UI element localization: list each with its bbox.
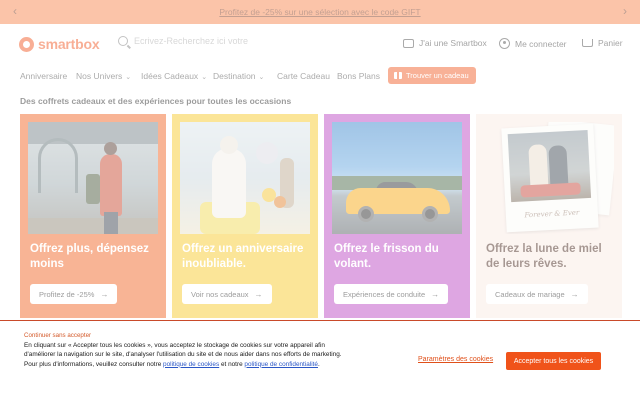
nav-item-label: Nos Univers [76, 71, 123, 81]
search-icon[interactable] [118, 36, 128, 46]
nav-item-anniversaire[interactable]: Anniversaire [20, 71, 67, 81]
main-nav: Anniversaire Nos Univers ⌄ Idées Cadeaux ⌄… [0, 64, 640, 88]
nav-item-destination[interactable]: Destination ⌄ [213, 71, 264, 81]
card-cta-label: Expériences de conduite [343, 289, 426, 299]
card-title: Offrez plus, dépensez moins [30, 243, 149, 270]
privacy-policy-link[interactable]: politique de confidentialité [244, 361, 318, 368]
search-input[interactable] [134, 36, 274, 46]
arrow-right-icon: → [431, 289, 440, 299]
gift-icon [394, 72, 402, 79]
nav-item-carte-cadeau[interactable]: Carte Cadeau [277, 71, 330, 81]
card-cta-label: Profitez de -25% [39, 289, 95, 299]
find-gift-label: Trouver un cadeau [406, 71, 469, 80]
cookie-text-part: et notre [219, 360, 245, 368]
promo-card-driving[interactable]: Offrez le frisson du volant. Expériences… [324, 114, 470, 318]
chevron-down-icon: ⌄ [201, 74, 208, 81]
cookie-banner: Continuer sans accepter En cliquant sur … [0, 320, 640, 400]
card-cta-button[interactable]: Profitez de -25% → [30, 284, 118, 304]
cart-label: Panier [598, 38, 623, 48]
arrow-right-icon: → [100, 289, 109, 299]
card-title: Offrez la lune de miel de leurs rêves. [486, 243, 602, 270]
smartbox-logo-icon [19, 36, 34, 52]
nav-item-idees-cadeaux[interactable]: Idées Cadeaux ⌄ [141, 71, 207, 81]
promo-card-wedding[interactable]: Forever & Ever Offrez la lune de miel de… [476, 114, 622, 318]
card-image-station [28, 122, 158, 234]
gift-box-icon [403, 38, 414, 48]
cart-link[interactable]: Panier [582, 38, 623, 48]
user-icon [499, 38, 510, 49]
cookie-text: En cliquant sur « Accepter tous les cook… [24, 341, 342, 369]
cookie-settings-button[interactable]: Paramètres des cookies [418, 356, 493, 363]
promo-card-discount[interactable]: Offrez plus, dépensez moins Profitez de … [20, 114, 166, 318]
nav-item-bons-plans[interactable]: Bons Plans [337, 71, 380, 81]
card-image-polaroid: Forever & Ever [484, 122, 614, 234]
continue-without-accepting-link[interactable]: Continuer sans accepter [24, 332, 91, 339]
chevron-left-icon[interactable]: ‹ [8, 4, 22, 18]
card-cta-button[interactable]: Voir nos cadeaux → [182, 284, 272, 304]
nav-item-label: Bons Plans [337, 71, 380, 81]
nav-item-nos-univers[interactable]: Nos Univers ⌄ [76, 71, 131, 81]
promo-card-birthday[interactable]: Offrez un anniversaire inoubliable. Voir… [172, 114, 318, 318]
login-label: Me connecter [515, 38, 567, 49]
card-cta-button[interactable]: Expériences de conduite → [334, 284, 449, 304]
arrow-right-icon: → [254, 289, 263, 299]
have-smartbox-link[interactable]: J'ai une Smartbox [403, 38, 487, 48]
find-gift-button[interactable]: Trouver un cadeau [388, 67, 476, 84]
nav-item-label: Carte Cadeau [277, 71, 330, 81]
search-bar [118, 36, 274, 46]
card-cta-label: Voir nos cadeaux [191, 289, 249, 299]
nav-item-label: Idées Cadeaux [141, 71, 199, 81]
nav-item-label: Destination [213, 71, 256, 81]
arrow-right-icon: → [570, 289, 579, 299]
site-header: smartbox J'ai une Smartbox Me connecter … [0, 24, 640, 64]
logo[interactable]: smartbox [19, 36, 100, 52]
logo-text: smartbox [38, 36, 100, 52]
nav-item-label: Anniversaire [20, 71, 68, 81]
page-heading: Des coffrets cadeaux et des expériences … [20, 96, 292, 106]
cookie-policy-link[interactable]: politique de cookies [163, 361, 219, 368]
card-image-birthday [180, 122, 310, 234]
chevron-right-icon[interactable]: › [618, 4, 632, 18]
card-cta-label: Cadeaux de mariage [495, 289, 565, 299]
card-title: Offrez le frisson du volant. [334, 243, 439, 270]
chevron-down-icon: ⌄ [125, 74, 132, 81]
accept-all-cookies-button[interactable]: Accepter tous les cookies [506, 352, 601, 370]
promo-link[interactable]: Profitez de -25% sur une sélection avec … [219, 7, 420, 17]
chevron-down-icon: ⌄ [258, 74, 265, 81]
login-link[interactable]: Me connecter [499, 38, 567, 49]
promo-bar: ‹ Profitez de -25% sur une sélection ave… [0, 0, 640, 24]
cookie-text-part: . [317, 360, 320, 368]
cart-icon [582, 39, 593, 47]
polaroid-caption: Forever & Ever [524, 208, 580, 220]
card-title: Offrez un anniversaire inoubliable. [182, 243, 304, 270]
card-image-sports-car [332, 122, 462, 234]
have-smartbox-label: J'ai une Smartbox [419, 38, 487, 48]
card-cta-button[interactable]: Cadeaux de mariage → [486, 284, 588, 304]
